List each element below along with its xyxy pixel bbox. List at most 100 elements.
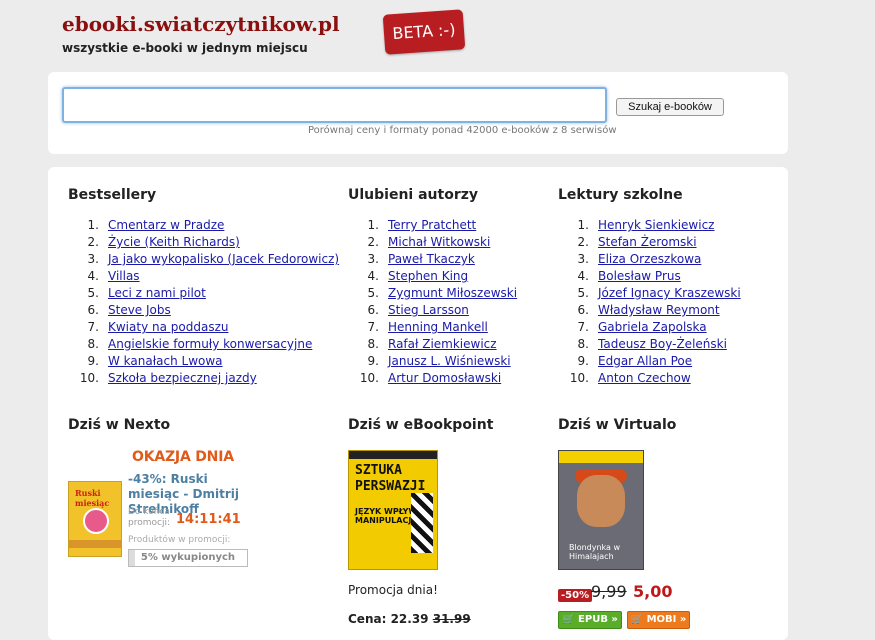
list-item-link[interactable]: Cmentarz w Pradze xyxy=(108,218,224,232)
list-item-link[interactable]: Tadeusz Boy-Żeleński xyxy=(598,337,727,351)
favourite-authors-section: Ulubieni autorzy 1. Terry Pratchett 2. Mich… xyxy=(348,187,517,387)
bestsellers-section: Bestsellery 1. Cmentarz w Pradze 2. Życie (… xyxy=(68,187,339,387)
list-item-link[interactable]: W kanałach Lwowa xyxy=(108,354,223,368)
list-item: 2. Michał Witkowski xyxy=(348,234,517,251)
list-item-link[interactable]: Terry Pratchett xyxy=(388,218,476,232)
buy-mobi-button[interactable]: 🛒 MOBI » xyxy=(627,611,690,629)
list-item: 5. Zygmunt Miłoszewski xyxy=(348,285,518,302)
list-item: 5. Leci z nami pilot xyxy=(68,285,339,302)
search-input[interactable] xyxy=(62,87,607,123)
list-item-number: 6. xyxy=(577,303,589,317)
list-item: 3. Paweł Tkaczyk xyxy=(348,251,517,268)
nexto-book-cover[interactable]: Ruski miesiąc xyxy=(68,481,122,557)
deal-of-day-banner[interactable]: OKAZJA DNIA xyxy=(132,449,234,465)
list-item-link[interactable]: Stefan Żeromski xyxy=(598,235,697,249)
buy-epub-button[interactable]: 🛒 EPUB » xyxy=(558,611,622,629)
list-item-link[interactable]: Henning Mankell xyxy=(388,320,488,334)
list-item-link[interactable]: Paweł Tkaczyk xyxy=(388,252,475,266)
list-item-number: 3. xyxy=(577,252,589,266)
cover-illustration xyxy=(83,508,109,534)
list-item-number: 9. xyxy=(367,354,379,368)
list-item: 8. Angielskie formuły konwersacyjne xyxy=(68,336,339,353)
tagline: wszystkie e-booki w jednym miejscu xyxy=(62,41,308,55)
nexto-countdown: 14:11:41 xyxy=(176,512,241,527)
list-item-link[interactable]: Bolesław Prus xyxy=(598,269,681,283)
favourite-authors-title: Ulubieni autorzy xyxy=(348,187,478,203)
school-readings-title: Lektury szkolne xyxy=(558,187,683,203)
list-item: 1. Terry Pratchett xyxy=(348,217,517,234)
list-item-link[interactable]: Edgar Allan Poe xyxy=(598,354,692,368)
list-item: 9. W kanałach Lwowa xyxy=(68,353,339,370)
list-item-number: 10. xyxy=(359,371,379,385)
bestsellers-title: Bestsellery xyxy=(68,187,157,203)
list-item-number: 8. xyxy=(87,337,99,351)
list-item-number: 1. xyxy=(577,218,589,232)
ebookpoint-price: Cena: 22.39 31.99 xyxy=(348,612,471,626)
cover-strip xyxy=(349,451,437,459)
list-item-link[interactable]: Henryk Sienkiewicz xyxy=(598,218,714,232)
ebookpoint-book-cover[interactable]: SZTUKA PERSWAZJI JĘZYK WPŁYWU I MANIPULA… xyxy=(348,450,438,570)
site-title[interactable]: ebooki.swiatczytnikow.pl xyxy=(62,12,340,36)
list-item-link[interactable]: Szkoła bezpiecznej jazdy xyxy=(108,371,257,385)
list-item-link[interactable]: Angielskie formuły konwersacyjne xyxy=(108,337,312,351)
list-item: 4. Villas xyxy=(68,268,339,285)
nexto-title: Dziś w Nexto xyxy=(68,417,171,433)
list-item-link[interactable]: Władysław Reymont xyxy=(598,303,720,317)
list-item-number: 1. xyxy=(87,218,99,232)
list-item-link[interactable]: Rafał Ziemkiewicz xyxy=(388,337,497,351)
list-item-number: 8. xyxy=(367,337,379,351)
list-item-link[interactable]: Józef Ignacy Kraszewski xyxy=(598,286,741,300)
nexto-sold-label: Produktów w promocji: xyxy=(128,535,231,545)
list-item-number: 5. xyxy=(87,286,99,300)
list-item: 2. Stefan Żeromski xyxy=(558,234,741,251)
list-item-link[interactable]: Leci z nami pilot xyxy=(108,286,206,300)
list-item-link[interactable]: Zygmunt Miłoszewski xyxy=(388,286,517,300)
search-button[interactable]: Szukaj e-booków xyxy=(616,98,724,116)
list-item-number: 2. xyxy=(367,235,379,249)
cover-illustration-face xyxy=(577,475,625,527)
favourite-authors-list: 1. Terry Pratchett 2. Michał Witkowski 3. Paw… xyxy=(348,217,517,387)
cover-band xyxy=(559,451,643,463)
list-item-link[interactable]: Kwiaty na poddaszu xyxy=(108,320,228,334)
list-item-link[interactable]: Życie (Keith Richards) xyxy=(108,235,240,249)
virtualo-book-cover[interactable]: Blondynka w Himalajach xyxy=(558,450,644,570)
list-item-number: 5. xyxy=(367,286,379,300)
cart-icon: 🛒 xyxy=(562,614,575,625)
list-item: 7. Gabriela Zapolska xyxy=(558,319,741,336)
ebookpoint-price-current: Cena: 22.39 xyxy=(348,612,429,626)
list-item-link[interactable]: Steve Jobs xyxy=(108,303,171,317)
list-item-number: 10. xyxy=(569,371,589,385)
virtualo-discount-badge: -50% xyxy=(558,589,593,602)
list-item-number: 2. xyxy=(87,235,99,249)
list-item-link[interactable]: Eliza Orzeszkowa xyxy=(598,252,701,266)
list-item-number: 8. xyxy=(577,337,589,351)
bestsellers-list: 1. Cmentarz w Pradze 2. Życie (Keith Richar… xyxy=(68,217,339,387)
list-item: 9. Janusz L. Wiśniewski xyxy=(348,353,517,370)
list-item-link[interactable]: Michał Witkowski xyxy=(388,235,490,249)
cover-illustration xyxy=(411,493,433,553)
list-item-link[interactable]: Gabriela Zapolska xyxy=(598,320,707,334)
list-item-link[interactable]: Artur Domosławski xyxy=(388,371,501,385)
ebookpoint-section: Dziś w eBookpoint xyxy=(348,417,493,433)
list-item: 4. Bolesław Prus xyxy=(558,268,741,285)
virtualo-section: Dziś w Virtualo xyxy=(558,417,676,433)
list-item-number: 4. xyxy=(367,269,379,283)
list-item-number: 7. xyxy=(577,320,589,334)
cart-icon: 🛒 xyxy=(630,614,644,625)
nexto-until-label: Do końca promocji: xyxy=(128,507,170,528)
list-item-link[interactable]: Villas xyxy=(108,269,140,283)
ebookpoint-price-old: 31.99 xyxy=(432,612,471,626)
list-item-number: 3. xyxy=(367,252,379,266)
list-item-number: 5. xyxy=(577,286,589,300)
list-item-link[interactable]: Ja jako wykopalisko (Jacek Fedorowicz) xyxy=(108,252,339,266)
list-item-link[interactable]: Stieg Larsson xyxy=(388,303,469,317)
list-item-link[interactable]: Janusz L. Wiśniewski xyxy=(388,354,511,368)
list-item-link[interactable]: Anton Czechow xyxy=(598,371,691,385)
nexto-sold-progress: 5% wykupionych xyxy=(128,549,248,567)
list-item: 1. Henryk Sienkiewicz xyxy=(558,217,741,234)
list-item: 8. Tadeusz Boy-Żeleński xyxy=(558,336,741,353)
virtualo-old-price: 9,99 xyxy=(591,582,627,601)
list-item: 10. Anton Czechow xyxy=(558,370,741,387)
list-item-link[interactable]: Stephen King xyxy=(388,269,468,283)
nexto-sold-text: 5% wykupionych xyxy=(140,552,236,563)
